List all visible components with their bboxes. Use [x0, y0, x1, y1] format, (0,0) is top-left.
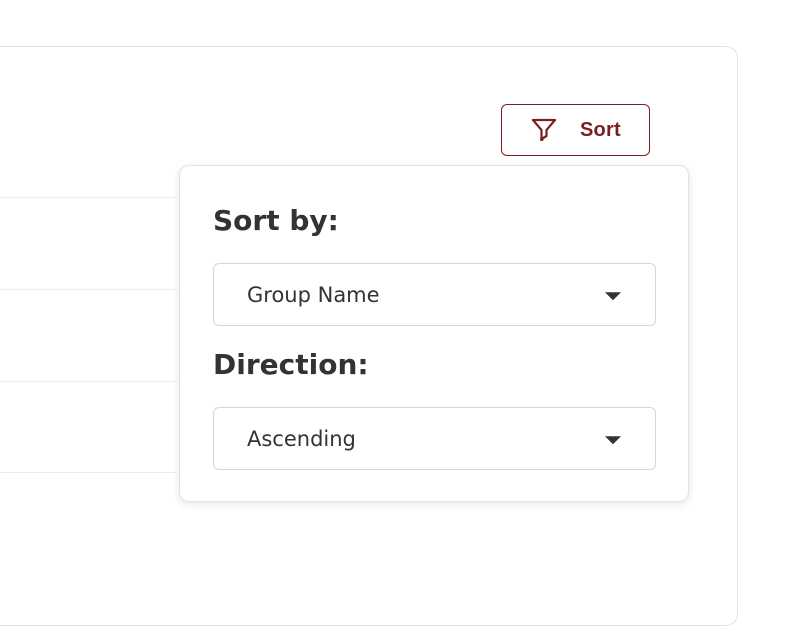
sort-by-selected-value: Group Name [247, 282, 380, 307]
direction-label: Direction: [213, 348, 369, 381]
sort-by-label: Sort by: [213, 204, 339, 237]
sort-by-select[interactable]: Group Name [213, 263, 656, 326]
sort-popover: Sort by: Group Name Direction: Ascending [179, 165, 689, 502]
filter-funnel-icon [530, 116, 558, 144]
direction-selected-value: Ascending [247, 426, 356, 451]
table-row-divider [0, 381, 177, 382]
table-row-divider [0, 472, 177, 473]
sort-button[interactable]: Sort [501, 104, 650, 156]
sort-button-label: Sort [580, 118, 621, 141]
table-row-divider [0, 289, 177, 290]
caret-down-icon [605, 435, 621, 444]
caret-down-icon [605, 291, 621, 300]
direction-select[interactable]: Ascending [213, 407, 656, 470]
table-row-divider [0, 197, 177, 198]
